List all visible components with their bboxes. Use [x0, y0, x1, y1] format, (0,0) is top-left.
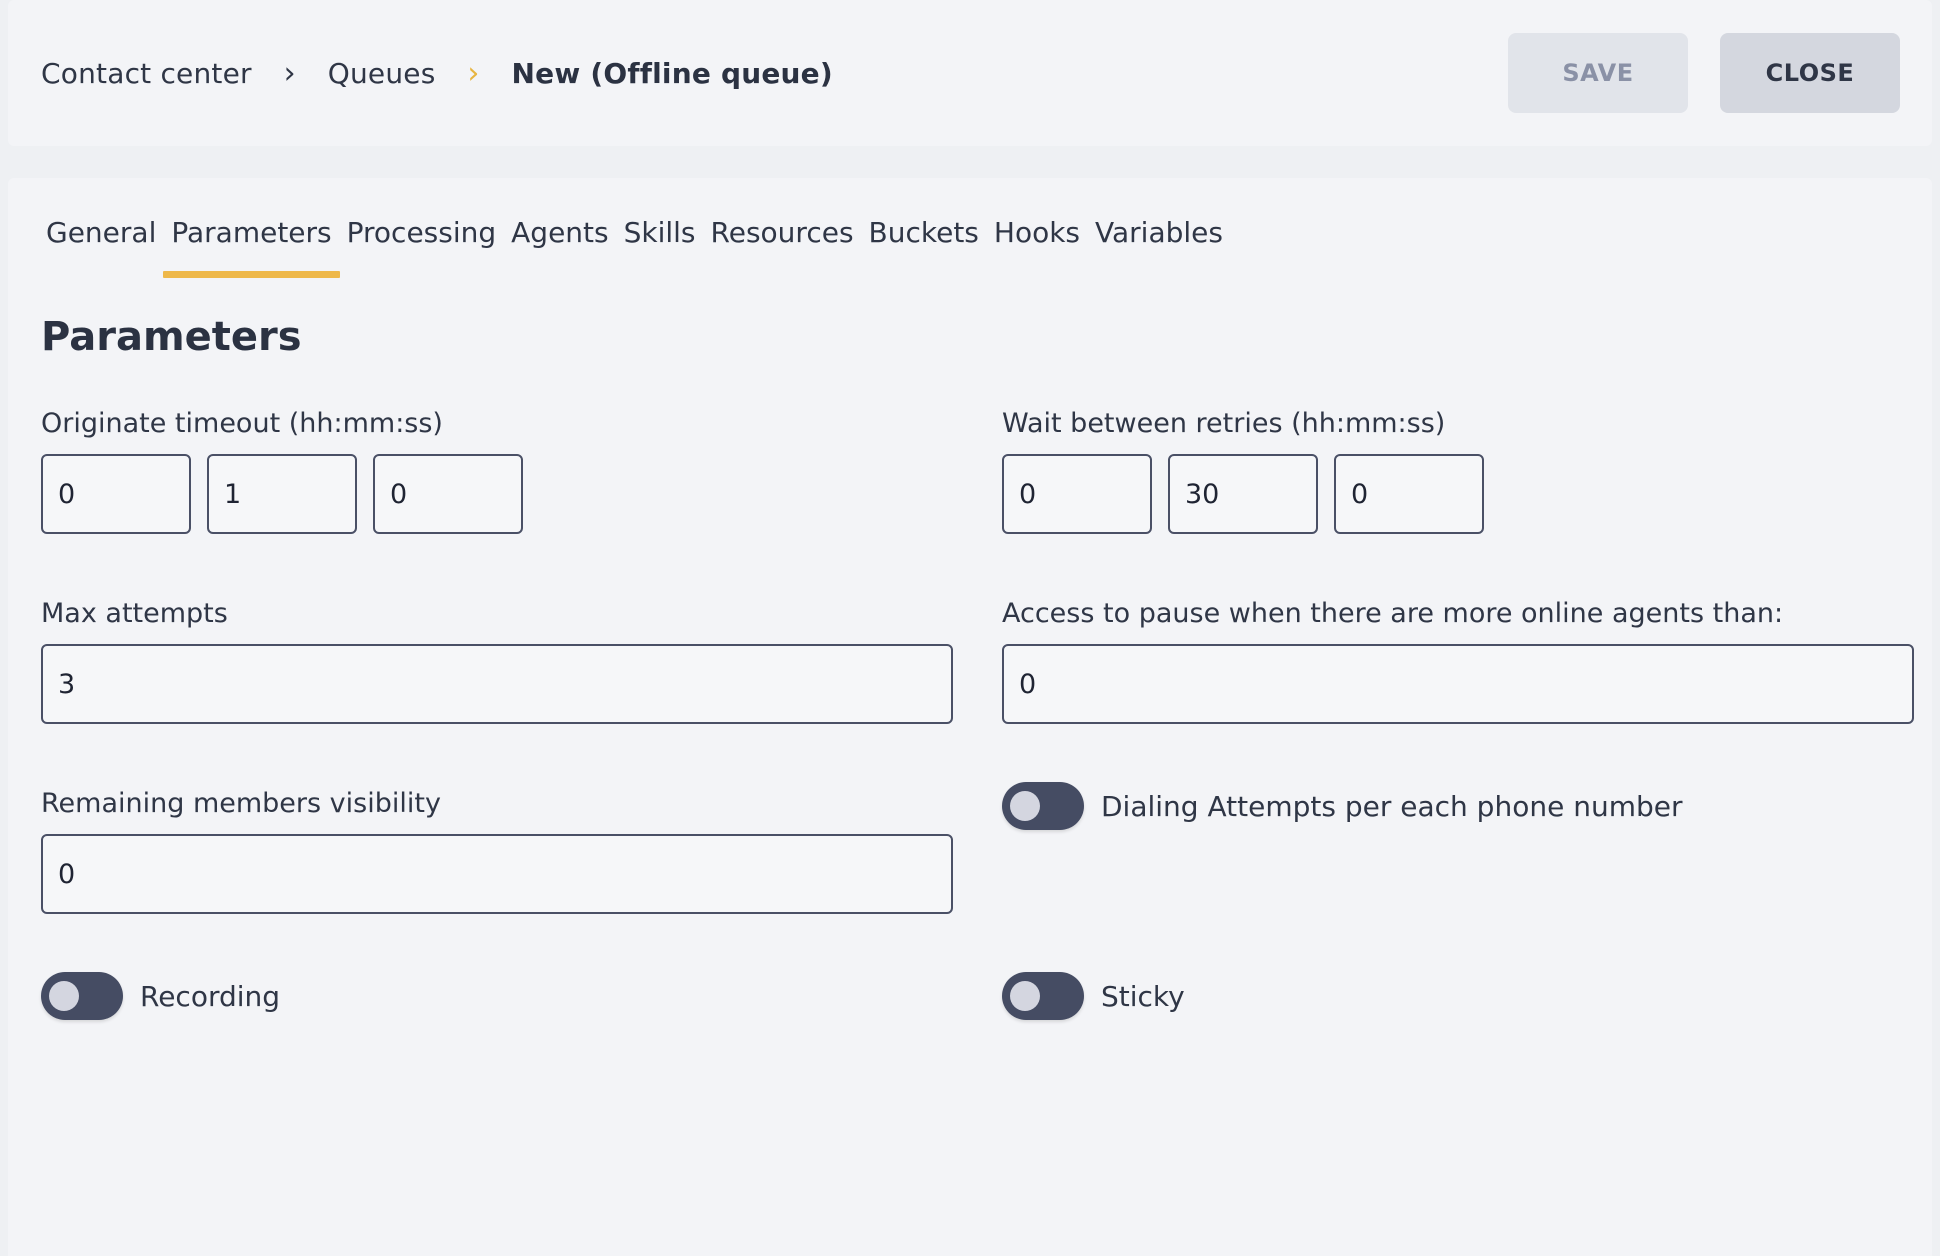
tab-skills[interactable]: Skills [620, 216, 700, 274]
wait-between-retries-seconds-input[interactable] [1334, 454, 1484, 534]
toggle-knob [1010, 791, 1040, 821]
sticky-toggle[interactable] [1002, 972, 1084, 1020]
max-attempts-label: Max attempts [41, 598, 228, 629]
originate-timeout-label: Originate timeout (hh:mm:ss) [41, 408, 443, 439]
tab-general[interactable]: General [42, 216, 160, 274]
close-button[interactable]: CLOSE [1720, 33, 1900, 113]
access-to-pause-field: Access to pause when there are more onli… [1002, 598, 1914, 724]
remaining-members-visibility-input[interactable] [41, 834, 953, 914]
section-title: Parameters [41, 314, 302, 360]
save-button[interactable]: SAVE [1508, 33, 1688, 113]
recording-toggle-row: Recording [41, 972, 280, 1020]
max-attempts-field: Max attempts [41, 598, 953, 724]
recording-label: Recording [140, 979, 281, 1013]
wait-between-retries-minutes-input[interactable] [1168, 454, 1318, 534]
dialing-attempts-toggle[interactable] [1002, 782, 1084, 830]
content-panel: General Parameters Processing Agents Ski… [8, 178, 1932, 1256]
originate-timeout-minutes-input[interactable] [207, 454, 357, 534]
breadcrumb-current: New (Offline queue) [511, 56, 833, 90]
dialing-attempts-toggle-row: Dialing Attempts per each phone number [1002, 782, 1682, 830]
remaining-members-visibility-field: Remaining members visibility [41, 788, 953, 914]
sticky-toggle-row: Sticky [1002, 972, 1185, 1020]
tab-agents[interactable]: Agents [507, 216, 612, 274]
chevron-right-icon: › [283, 55, 296, 91]
access-to-pause-label: Access to pause when there are more onli… [1002, 598, 1784, 629]
breadcrumb-contact-center[interactable]: Contact center [41, 57, 252, 90]
wait-between-retries-field: Wait between retries (hh:mm:ss) [1002, 408, 1484, 534]
remaining-members-visibility-label: Remaining members visibility [41, 788, 441, 819]
access-to-pause-input[interactable] [1002, 644, 1914, 724]
breadcrumb: Contact center › Queues › New (Offline q… [41, 56, 833, 91]
tab-hooks[interactable]: Hooks [990, 216, 1084, 274]
tab-parameters[interactable]: Parameters [163, 216, 340, 278]
tab-variables[interactable]: Variables [1091, 216, 1227, 274]
wait-between-retries-label: Wait between retries (hh:mm:ss) [1002, 408, 1446, 439]
originate-timeout-seconds-input[interactable] [373, 454, 523, 534]
wait-between-retries-hours-input[interactable] [1002, 454, 1152, 534]
breadcrumb-queues[interactable]: Queues [328, 57, 436, 90]
dialing-attempts-label: Dialing Attempts per each phone number [1101, 789, 1683, 823]
tab-buckets[interactable]: Buckets [865, 216, 983, 274]
tab-resources[interactable]: Resources [707, 216, 858, 274]
tab-processing[interactable]: Processing [343, 216, 501, 274]
sticky-label: Sticky [1101, 979, 1185, 1013]
toggle-knob [49, 981, 79, 1011]
max-attempts-input[interactable] [41, 644, 953, 724]
recording-toggle[interactable] [41, 972, 123, 1020]
originate-timeout-field: Originate timeout (hh:mm:ss) [41, 408, 523, 534]
originate-timeout-hours-input[interactable] [41, 454, 191, 534]
page-header: Contact center › Queues › New (Offline q… [8, 0, 1932, 146]
toggle-knob [1010, 981, 1040, 1011]
tab-bar: General Parameters Processing Agents Ski… [42, 216, 1234, 278]
chevron-right-icon: › [467, 55, 480, 91]
header-actions: SAVE CLOSE [1508, 33, 1900, 113]
